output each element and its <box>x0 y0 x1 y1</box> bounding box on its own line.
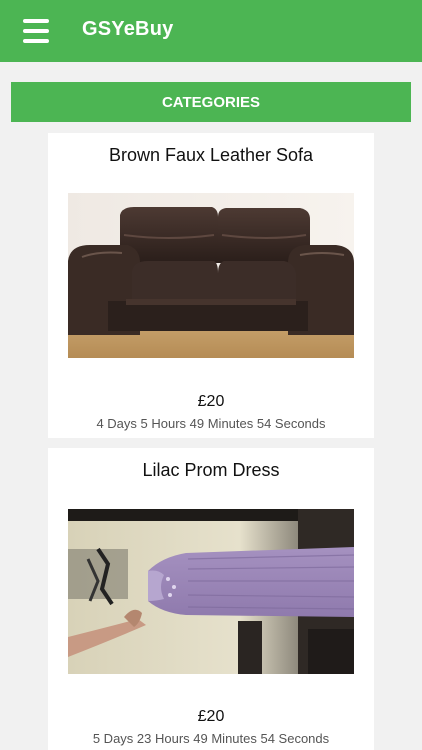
listing-card[interactable]: Brown Faux Leather Sofa £20 4 Days 5 Hou… <box>48 133 374 438</box>
app-title: GSYeBuy <box>82 18 174 40</box>
brown-leather-sofa-photo <box>68 193 354 358</box>
listing-countdown: 5 Days 23 Hours 49 Minutes 54 Seconds <box>92 731 330 746</box>
listing-countdown: 4 Days 5 Hours 49 Minutes 54 Seconds <box>96 416 326 431</box>
app-bar: GSYeBuy <box>0 0 422 62</box>
listing-title[interactable]: Brown Faux Leather Sofa <box>48 145 374 166</box>
listing-image[interactable] <box>68 193 354 358</box>
listing-image[interactable] <box>68 509 354 674</box>
listing-price: £20 <box>197 708 225 725</box>
listing-price: £20 <box>197 393 225 410</box>
hamburger-menu-icon[interactable] <box>23 19 49 43</box>
categories-button[interactable]: CATEGORIES <box>11 82 411 122</box>
listing-card[interactable]: Lilac Prom Dress £20 5 Days 23 Hours 49 … <box>48 448 374 750</box>
listing-title[interactable]: Lilac Prom Dress <box>48 460 374 481</box>
lilac-prom-dress-photo <box>68 509 354 674</box>
